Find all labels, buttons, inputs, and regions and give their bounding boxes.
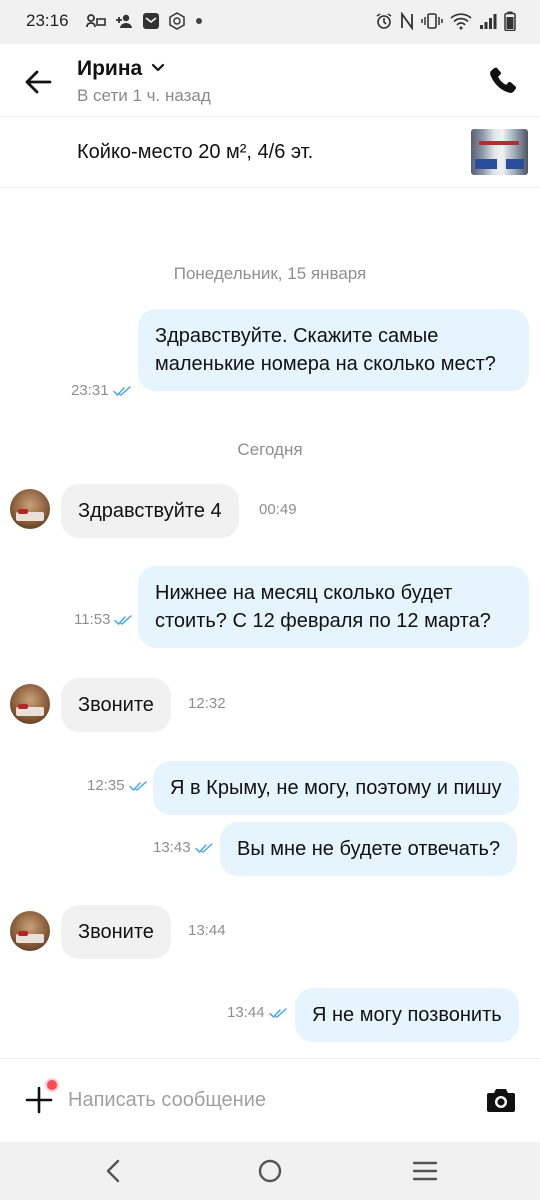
outgoing-message-bubble[interactable]: Я в Крыму, не могу, поэтому и пишу — [153, 761, 519, 815]
message-meta: 13:44 — [227, 1004, 287, 1021]
avatar[interactable] — [10, 489, 50, 529]
date-separator: Сегодня — [237, 440, 303, 459]
message-time: 13:43 — [153, 839, 191, 856]
contact-status: В сети 1 ч. назад — [77, 86, 211, 105]
message-time: 11:53 — [74, 611, 111, 628]
date-separator: Понедельник, 15 января — [173, 264, 367, 283]
message-time: 00:49 — [259, 501, 297, 518]
message-meta: 00:49 — [259, 501, 297, 518]
message-time: 12:32 — [188, 695, 226, 712]
message-meta: 12:35 — [87, 777, 147, 794]
outgoing-message-bubble[interactable]: Здравствуйте. Скажите самые маленькие но… — [138, 309, 529, 391]
chevron-down-icon[interactable] — [151, 61, 165, 75]
system-nav-bar — [0, 1142, 540, 1200]
message-meta: 11:53 — [74, 611, 133, 628]
back-arrow-icon[interactable] — [22, 66, 54, 98]
message-time: 13:44 — [227, 1004, 265, 1021]
avatar[interactable] — [10, 911, 50, 951]
mail-icon — [143, 13, 159, 29]
message-time: 12:35 — [87, 777, 125, 794]
status-right-icons — [375, 11, 516, 31]
outgoing-message-bubble[interactable]: Нижнее на месяц сколько будет стоить? С … — [138, 566, 529, 648]
message-input[interactable] — [68, 1083, 448, 1117]
message-meta: 13:43 — [153, 839, 213, 856]
incoming-message-bubble[interactable]: Здравствуйте 4 — [61, 484, 239, 538]
outgoing-message-bubble[interactable]: Вы мне не будете отвечать? — [220, 822, 518, 876]
notification-dot — [45, 1078, 59, 1092]
read-ticks-icon — [128, 780, 147, 791]
home-icon[interactable] — [257, 1158, 283, 1184]
wifi-icon — [450, 13, 472, 30]
avatar[interactable] — [10, 684, 50, 724]
message-meta: 12:32 — [188, 695, 226, 712]
status-bar: 23:16 — [0, 0, 540, 44]
chat-messages[interactable]: Понедельник, 15 января 23:31 Здравствуйт… — [0, 188, 540, 1058]
outgoing-message-bubble[interactable]: Я не могу позвонить — [295, 988, 519, 1042]
camera-icon[interactable] — [486, 1086, 516, 1114]
incoming-message-bubble[interactable]: Звоните — [61, 905, 171, 959]
phone-call-icon[interactable] — [488, 64, 520, 96]
voicemail-icon — [86, 14, 106, 28]
message-time: 13:44 — [188, 922, 226, 939]
status-left-icons — [86, 12, 204, 30]
listing-thumbnail[interactable] — [471, 129, 528, 175]
listing-title[interactable]: Койко-место 20 м², 4/6 эт. — [77, 141, 313, 164]
message-time: 23:31 — [71, 382, 109, 399]
back-icon[interactable] — [100, 1158, 126, 1184]
message-meta: 23:31 — [71, 382, 131, 399]
message-composer — [0, 1058, 540, 1142]
contact-name[interactable]: Ирина — [77, 57, 142, 81]
read-ticks-icon — [194, 842, 213, 853]
alarm-icon — [376, 13, 392, 29]
vpn-badge-icon — [169, 12, 185, 30]
read-ticks-icon — [268, 1007, 287, 1018]
vibrate-icon — [421, 13, 443, 29]
read-ticks-icon — [114, 614, 133, 625]
chat-header: Ирина В сети 1 ч. назад — [0, 44, 540, 116]
read-ticks-icon — [112, 385, 131, 396]
incoming-message-bubble[interactable]: Звоните — [61, 678, 171, 732]
nfc-icon — [401, 12, 413, 30]
signal-icon — [480, 14, 497, 29]
dot-icon — [196, 18, 202, 24]
battery-icon — [504, 11, 516, 31]
message-meta: 13:44 — [188, 922, 226, 939]
status-time: 23:16 — [26, 11, 69, 30]
recents-icon[interactable] — [412, 1159, 438, 1183]
add-person-icon — [116, 14, 132, 28]
listing-bar[interactable]: Койко-место 20 м², 4/6 эт. — [0, 116, 540, 188]
